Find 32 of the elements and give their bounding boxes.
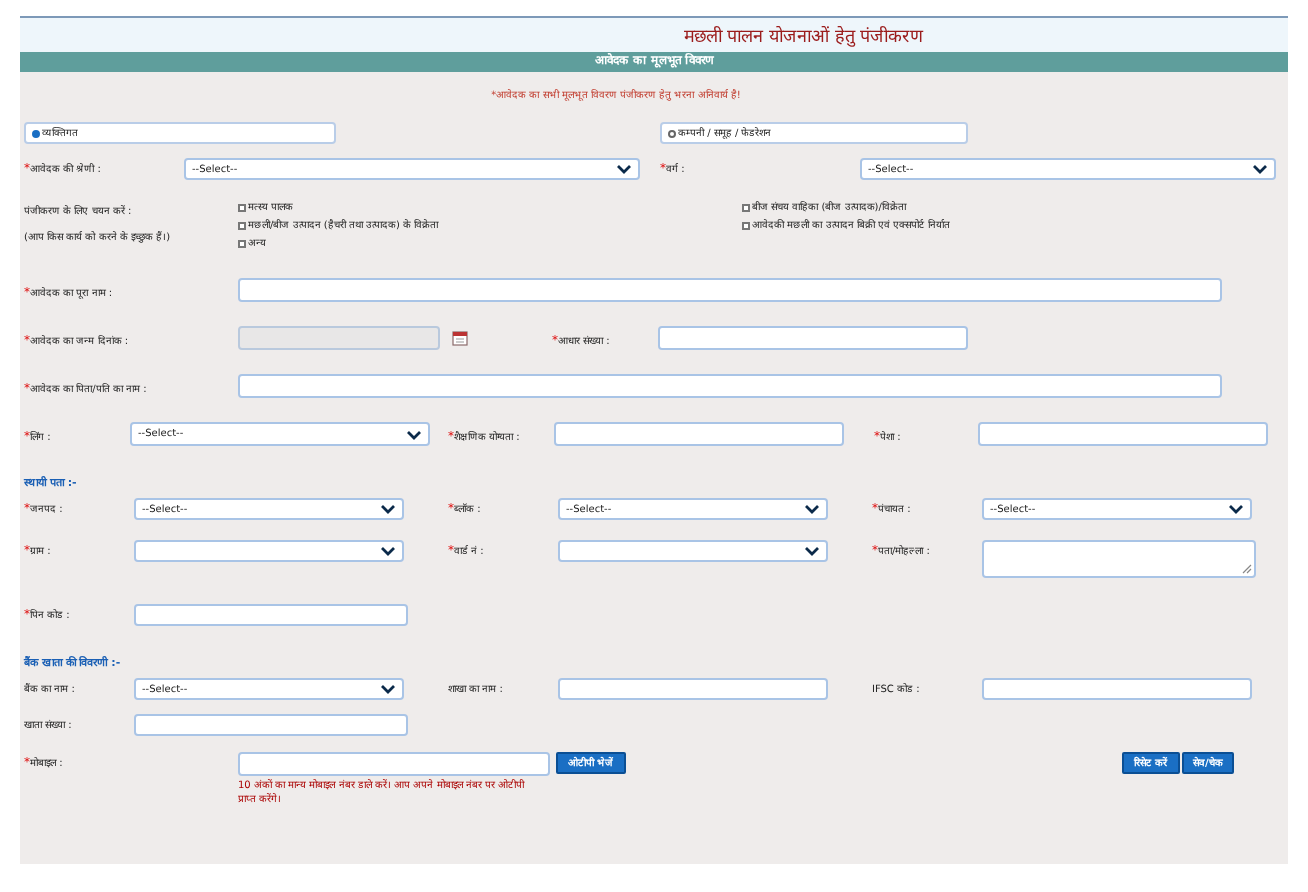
chevron-down-icon (380, 684, 396, 694)
chevron-down-icon (616, 164, 632, 174)
resize-handle-icon[interactable] (1242, 564, 1252, 574)
chevron-down-icon (804, 546, 820, 556)
input-field[interactable] (238, 752, 550, 776)
checkbox[interactable] (742, 203, 750, 211)
radio-button[interactable] (668, 129, 676, 137)
checkbox[interactable] (238, 239, 246, 247)
input-field[interactable] (658, 326, 968, 350)
input-field[interactable] (982, 678, 1252, 700)
textarea-field[interactable] (982, 540, 1256, 578)
input-field[interactable] (978, 422, 1268, 446)
select-field[interactable] (558, 540, 828, 562)
checkbox[interactable] (238, 203, 246, 211)
input-field[interactable] (238, 278, 1222, 302)
input-field[interactable] (134, 604, 408, 626)
chevron-down-icon (1228, 504, 1244, 514)
calendar-icon[interactable] (452, 330, 468, 346)
input-field[interactable] (554, 422, 844, 446)
select-field[interactable] (134, 540, 404, 562)
chevron-down-icon (1252, 164, 1268, 174)
input-field[interactable] (238, 374, 1222, 398)
page-title: मछली पालन योजनाओं हेतु पंजीकरण (683, 24, 925, 48)
input-field[interactable] (134, 714, 408, 736)
input-field[interactable] (558, 678, 828, 700)
chevron-down-icon (380, 504, 396, 514)
checkbox[interactable] (742, 221, 750, 229)
chevron-down-icon (804, 504, 820, 514)
checkbox[interactable] (238, 221, 246, 229)
chevron-down-icon (380, 546, 396, 556)
radio-button[interactable] (32, 129, 40, 137)
chevron-down-icon (406, 429, 422, 439)
